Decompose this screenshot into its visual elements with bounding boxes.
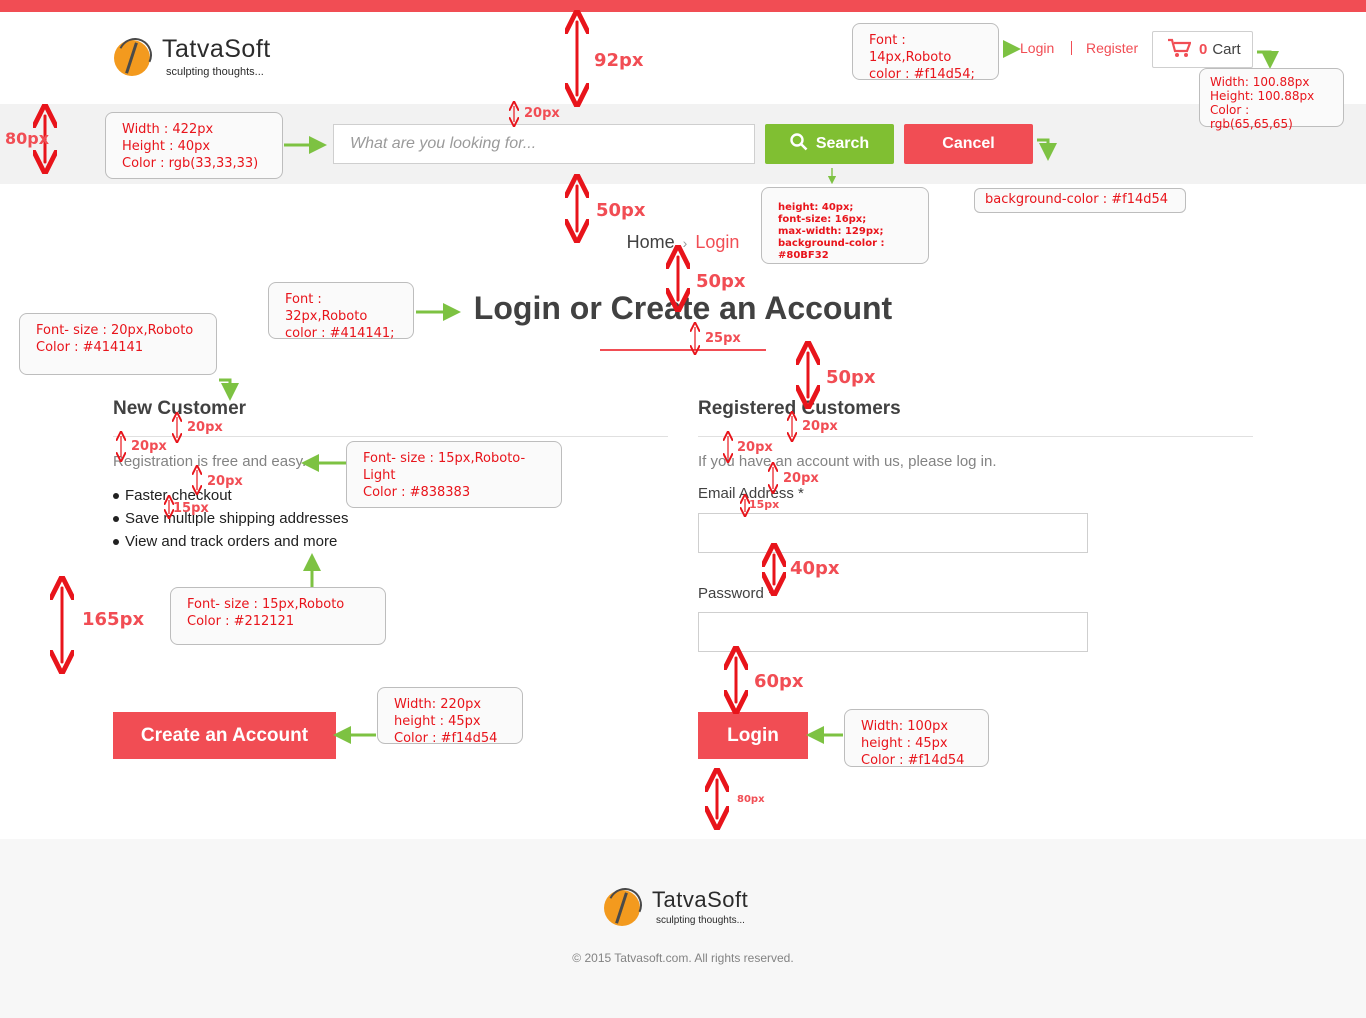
top-accent-bar <box>0 0 1366 12</box>
dim-label: 20px <box>802 419 838 434</box>
dim-label: 25px <box>705 331 741 346</box>
annotation-intro-font: Font- size : 15px,Roboto-Light Color : #… <box>346 441 562 508</box>
benefits-list: Faster checkout Save multiple shipping a… <box>113 487 348 556</box>
cart-icon <box>1167 38 1192 62</box>
dim-label: 20px <box>783 471 819 486</box>
header-link-divider <box>1071 41 1072 55</box>
dim-label: 50px <box>826 367 876 388</box>
dim-label: 20px <box>187 420 223 435</box>
list-item: View and track orders and more <box>113 533 348 550</box>
annotation-create-button: Width: 220px height : 45px Color : #f14d… <box>377 687 523 746</box>
header-logo[interactable]: TatvaSoft sculpting thoughts... <box>112 33 271 78</box>
new-customer-divider <box>113 436 668 437</box>
list-item: Faster checkout <box>113 487 348 504</box>
registered-customers-intro: If you have an account with us, please l… <box>698 453 997 470</box>
login-button[interactable]: Login <box>698 712 808 759</box>
dim-label: 40px <box>790 558 840 579</box>
search-icon <box>790 132 808 156</box>
new-customer-intro: Registration is free and easy. <box>113 453 307 470</box>
annotation-list-font: Font- size : 15px,Roboto Color : #212121 <box>170 587 386 645</box>
cart-count: 0 <box>1199 41 1208 58</box>
registered-customers-divider <box>698 436 1253 437</box>
search-button-label: Search <box>815 135 870 152</box>
dim-label: 92px <box>594 50 644 71</box>
annotation-cancel-bg: background-color : #f14d54 <box>974 188 1186 213</box>
dim-label: 20px <box>524 106 560 121</box>
registered-customers-title: Registered Customers <box>698 398 901 419</box>
logo-icon <box>112 33 157 78</box>
dim-label: 60px <box>754 671 804 692</box>
footer-logo[interactable]: TatvaSoft sculpting thoughts... <box>602 883 749 928</box>
search-button[interactable]: Search <box>765 124 894 164</box>
header-register-link[interactable]: Register <box>1086 40 1138 56</box>
dim-label: 50px <box>596 200 646 221</box>
password-label: Password * <box>698 585 774 602</box>
email-field[interactable] <box>698 513 1088 553</box>
footer-brand-name: TatvaSoft <box>652 886 749 912</box>
list-item: Save multiple shipping addresses <box>113 510 348 527</box>
breadcrumb-current: Login <box>695 232 740 252</box>
dim-label: 20px <box>131 439 167 454</box>
title-underline <box>600 349 766 351</box>
footer-brand-tagline: sculpting thoughts... <box>656 914 745 926</box>
breadcrumb: Home › Login <box>0 232 1366 253</box>
dim-label: 50px <box>696 271 746 292</box>
breadcrumb-separator: › <box>682 235 688 251</box>
dim-label: 80px <box>737 794 765 805</box>
copyright-text: © 2015 Tatvasoft.com. All rights reserve… <box>572 951 794 965</box>
dim-label: 20px <box>737 440 773 455</box>
annotation-title-font: Font : 32px,Roboto color : #414141; <box>268 282 414 341</box>
brand-name: TatvaSoft <box>162 34 271 63</box>
footer <box>0 839 1366 1018</box>
brand-tagline: sculpting thoughts... <box>166 65 264 78</box>
logo-icon <box>602 883 647 928</box>
search-input[interactable] <box>333 124 755 164</box>
dim-label: 20px <box>207 474 243 489</box>
annotation-cart-size: Width: 100.88px Height: 100.88px Color :… <box>1199 68 1344 131</box>
dim-label: 165px <box>82 609 145 630</box>
password-field[interactable] <box>698 612 1088 652</box>
breadcrumb-home[interactable]: Home <box>627 232 675 252</box>
cart-button[interactable]: 0 Cart <box>1152 31 1253 68</box>
create-account-button[interactable]: Create an Account <box>113 712 336 759</box>
annotation-search-size: Width : 422px Height : 40px Color : rgb(… <box>105 112 283 179</box>
annotation-column-title-font: Font- size : 20px,Roboto Color : #414141 <box>19 313 217 375</box>
dim-label: 15px <box>749 498 780 511</box>
annotation-search-button: height: 40px; font-size: 16px; max-width… <box>761 187 929 264</box>
cancel-button[interactable]: Cancel <box>904 124 1033 164</box>
annotation-header-font: Font : 14px,Roboto color : #f14d54; <box>852 23 999 82</box>
annotation-login-button: Width: 100px height : 45px Color : #f14d… <box>844 709 989 768</box>
dim-label: 80px <box>5 129 50 148</box>
new-customer-title: New Customer <box>113 398 247 419</box>
cart-label: Cart <box>1212 41 1241 58</box>
dim-label: 15px <box>173 501 209 516</box>
header-login-link[interactable]: Login <box>1020 40 1054 56</box>
